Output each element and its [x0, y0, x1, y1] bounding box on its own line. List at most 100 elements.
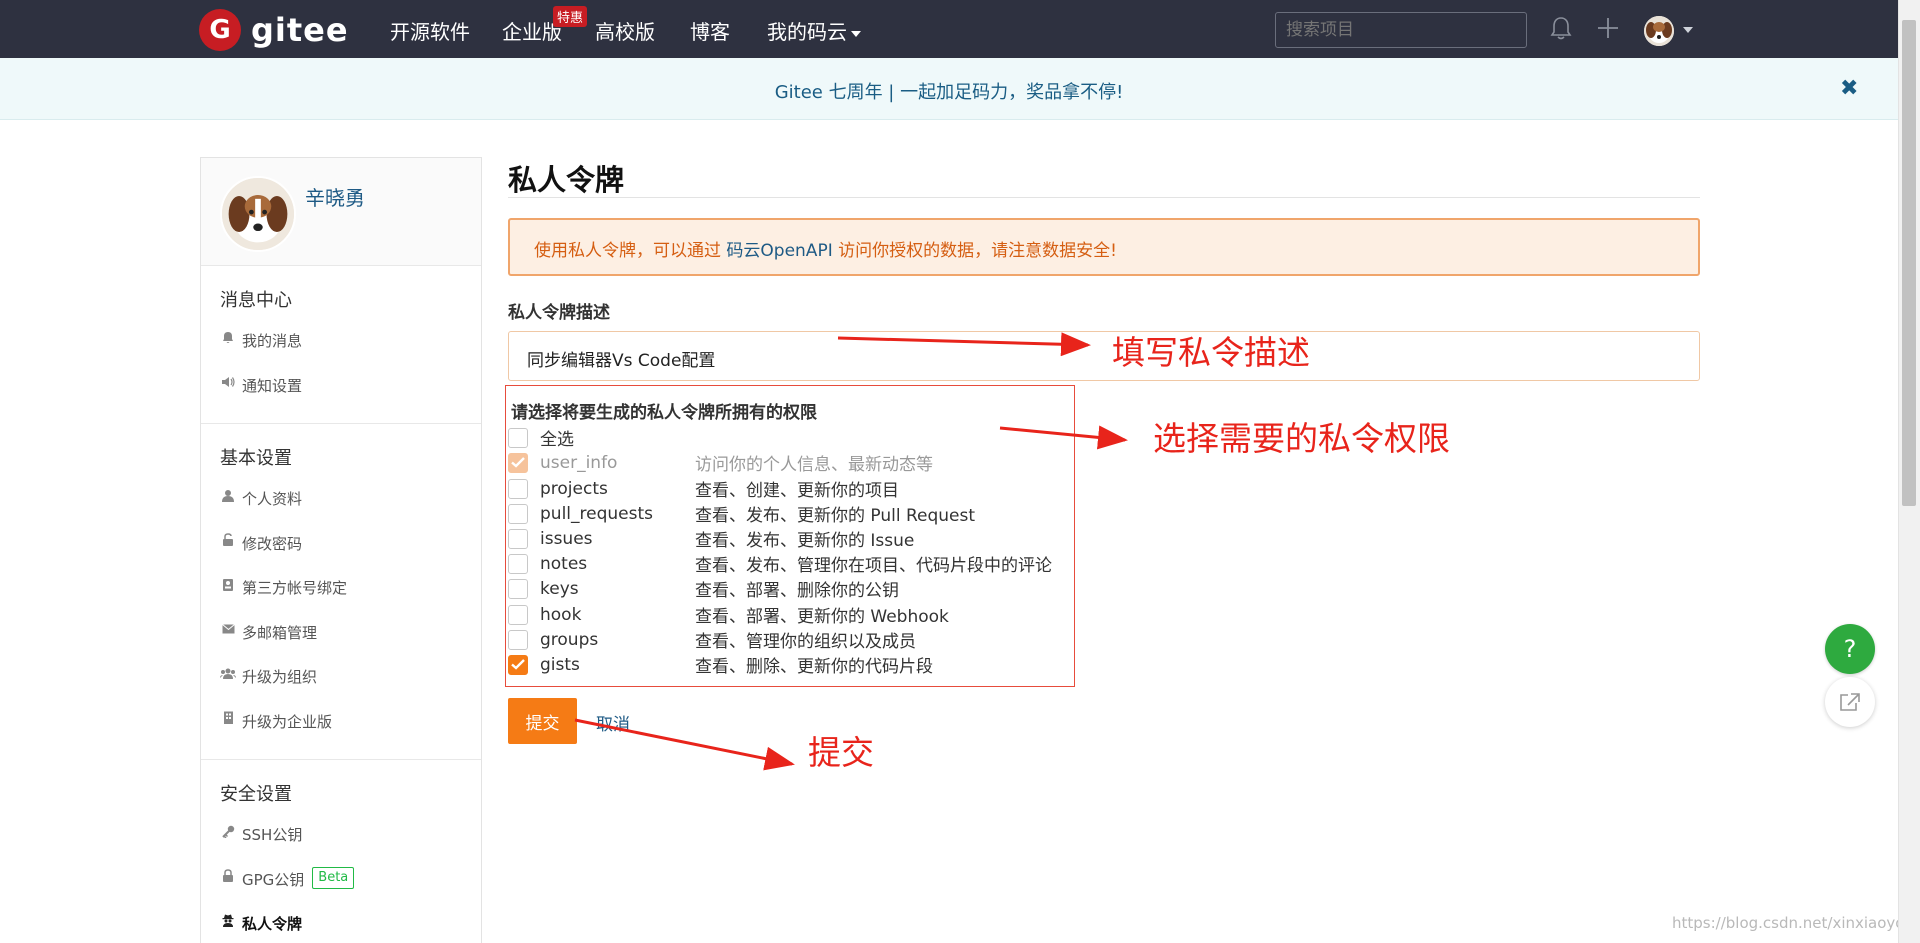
checkbox-checked[interactable] — [508, 654, 528, 675]
nav-blog[interactable]: 博客 — [690, 16, 730, 45]
sidebar-item-change-password[interactable]: 修改密码 — [201, 529, 481, 574]
perm-row-projects[interactable]: projects 查看、创建、更新你的项目 — [508, 476, 1068, 501]
sidebar-profile: 辛晓勇 — [201, 158, 481, 266]
sidebar-item-label: 第三方帐号绑定 — [242, 579, 348, 597]
checkbox[interactable] — [508, 629, 528, 650]
sidebar-section-basic: 基本设置 个人资料 修改密码 第三方帐号绑定 多邮箱管理 升级为组织 升级为企业… — [201, 424, 481, 760]
perm-desc: 查看、部署、删除你的公钥 — [695, 581, 899, 601]
avatar[interactable] — [220, 176, 296, 252]
checkbox[interactable] — [508, 528, 528, 549]
dog-avatar-image — [222, 178, 294, 250]
id-card-icon — [220, 577, 236, 591]
section-title: 安全设置 — [220, 784, 292, 805]
perm-row-select-all[interactable]: 全选 — [508, 425, 1068, 450]
nav-my-gitee[interactable]: 我的码云 — [767, 16, 861, 45]
checkbox[interactable] — [508, 604, 528, 625]
section-title: 消息中心 — [220, 290, 292, 311]
sidebar-item-private-tokens[interactable]: 私人令牌 — [201, 909, 481, 943]
cancel-link[interactable]: 取消 — [596, 710, 630, 735]
perm-row-issues[interactable]: issues 查看、发布、更新你的 Issue — [508, 526, 1068, 551]
sidebar-item-third-party[interactable]: 第三方帐号绑定 — [201, 573, 481, 618]
checkbox[interactable] — [508, 478, 528, 499]
sidebar-item-notification-settings[interactable]: 通知设置 — [201, 371, 481, 416]
token-description-label: 私人令牌描述 — [508, 303, 610, 323]
search-input[interactable] — [1275, 12, 1527, 48]
token-description-input[interactable]: 同步编辑器Vs Code配置 — [508, 331, 1700, 381]
checkbox[interactable] — [508, 503, 528, 524]
sidebar-item-label: 私人令牌 — [242, 915, 303, 933]
scrollbar-thumb[interactable] — [1902, 20, 1916, 506]
nav-my-gitee-label: 我的码云 — [767, 20, 847, 44]
checkbox[interactable] — [508, 578, 528, 599]
perm-desc: 查看、删除、更新你的代码片段 — [695, 657, 933, 677]
perm-desc: 查看、发布、更新你的 Issue — [695, 531, 915, 551]
building-icon — [220, 711, 236, 725]
perm-row-groups[interactable]: groups 查看、管理你的组织以及成员 — [508, 627, 1068, 652]
page-title: 私人令牌 — [508, 157, 1700, 198]
perm-row-gists[interactable]: gists 查看、删除、更新你的代码片段 — [508, 652, 1068, 677]
sidebar-item-gpg-keys[interactable]: GPG公钥 Beta — [201, 865, 481, 910]
sidebar-item-label: GPG公钥 — [242, 870, 305, 889]
perm-desc: 查看、部署、更新你的 Webhook — [695, 607, 949, 627]
perm-name: notes — [540, 553, 588, 574]
perm-desc: 查看、管理你的组织以及成员 — [695, 632, 916, 652]
submit-button[interactable]: 提交 — [508, 698, 577, 744]
top-navbar: G gitee 开源软件 企业版 特惠 高校版 博客 我的码云 — [0, 0, 1898, 58]
help-button[interactable]: ? — [1825, 624, 1875, 674]
gitee-logo[interactable]: G gitee — [199, 8, 349, 52]
vertical-scrollbar[interactable] — [1898, 0, 1920, 943]
nav-campus[interactable]: 高校版 — [595, 16, 655, 45]
unlock-icon — [220, 533, 236, 547]
sidebar-item-label: 多邮箱管理 — [242, 623, 318, 642]
bell-icon — [220, 330, 236, 344]
check-icon — [511, 659, 525, 670]
promo-badge: 特惠 — [553, 6, 588, 27]
openapi-link[interactable]: 码云OpenAPI — [726, 241, 832, 261]
sidebar-item-emails[interactable]: 多邮箱管理 — [201, 618, 481, 663]
section-title: 基本设置 — [220, 448, 292, 469]
sidebar-item-my-messages[interactable]: 我的消息 — [201, 326, 481, 371]
sidebar-item-label: 升级为组织 — [242, 668, 318, 686]
chevron-down-icon[interactable] — [1683, 27, 1693, 33]
plus-icon[interactable] — [1596, 16, 1620, 40]
sidebar-item-profile[interactable]: 个人资料 — [201, 484, 481, 529]
perm-name: hook — [540, 604, 582, 625]
announcement-banner: Gitee 七周年 | 一起加足码力，奖品拿不停! ✖ — [0, 58, 1898, 120]
perm-row-notes[interactable]: notes 查看、发布、管理你在项目、代码片段中的评论 — [508, 551, 1068, 576]
perm-row-hook[interactable]: hook 查看、部署、更新你的 Webhook — [508, 602, 1068, 627]
perm-name: gists — [540, 654, 580, 675]
close-icon[interactable]: ✖ — [1840, 76, 1858, 101]
perm-row-pull-requests[interactable]: pull_requests 查看、发布、更新你的 Pull Request — [508, 501, 1068, 526]
key-icon — [220, 824, 236, 838]
perm-desc: 查看、发布、管理你在项目、代码片段中的评论 — [695, 556, 1052, 576]
perm-row-keys[interactable]: keys 查看、部署、删除你的公钥 — [508, 576, 1068, 601]
announcement-text[interactable]: Gitee 七周年 | 一起加足码力，奖品拿不停! — [0, 78, 1898, 104]
external-link-icon — [1840, 693, 1860, 711]
gitee-logo-icon: G — [199, 9, 241, 51]
annotation-description-note: 填写私令描述 — [1112, 333, 1310, 372]
sidebar-item-upgrade-org[interactable]: 升级为组织 — [201, 662, 481, 707]
bell-icon[interactable] — [1550, 16, 1572, 40]
checkbox[interactable] — [508, 553, 528, 574]
warning-text-pre: 使用私人令牌，可以通过 — [534, 241, 727, 261]
share-button[interactable] — [1825, 677, 1875, 727]
user-icon — [220, 488, 236, 502]
checkbox[interactable] — [508, 427, 528, 448]
perm-name: keys — [540, 578, 579, 599]
user-name-link[interactable]: 辛晓勇 — [305, 182, 365, 211]
annotation-permission-note: 选择需要的私令权限 — [1153, 419, 1450, 458]
sidebar-item-label: 升级为企业版 — [242, 712, 333, 731]
permissions-title: 请选择将要生成的私人令牌所拥有的权限 — [511, 403, 817, 423]
sidebar-section-security: 安全设置 SSH公钥 GPG公钥 Beta 私人令牌 — [201, 760, 481, 943]
user-avatar[interactable] — [1644, 16, 1674, 46]
user-secret-icon — [220, 913, 236, 927]
perm-desc: 访问你的个人信息、最新动态等 — [695, 455, 933, 475]
nav-open-source[interactable]: 开源软件 — [390, 16, 470, 45]
mail-icon — [220, 622, 236, 636]
watermark-text: https://blog.csdn.net/xinxiaoyong — [1672, 914, 1920, 932]
sidebar-item-label: SSH公钥 — [242, 826, 303, 844]
main-content: 私人令牌 使用私人令牌，可以通过 码云OpenAPI 访问你授权的数据，请注意数… — [508, 157, 1700, 381]
perm-name: pull_requests — [540, 503, 653, 524]
sidebar-item-upgrade-enterprise[interactable]: 升级为企业版 — [201, 707, 481, 752]
sidebar-item-ssh-keys[interactable]: SSH公钥 — [201, 820, 481, 865]
